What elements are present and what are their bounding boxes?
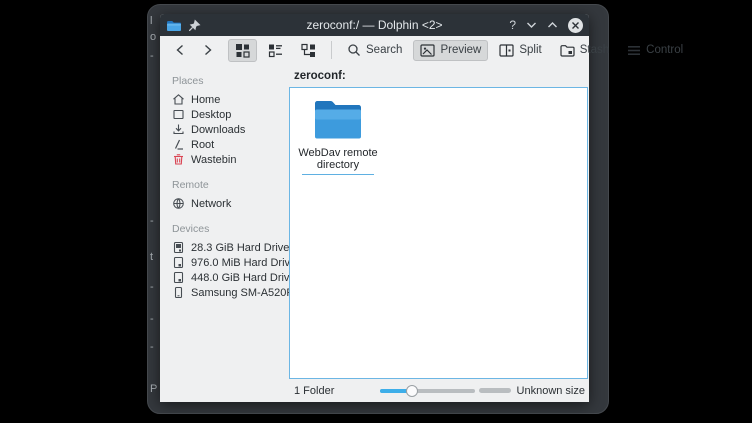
network-icon [172, 197, 185, 210]
selection-underline [302, 174, 374, 175]
background-text-fragment: - [150, 341, 154, 353]
control-label: Control [646, 44, 683, 56]
statusbar: 1 Folder Unknown size [289, 379, 589, 402]
split-icon [499, 44, 514, 57]
file-item-webdav[interactable]: WebDav remote directory [295, 97, 381, 175]
folder-icon [314, 97, 362, 142]
sidebar-item-label: Network [191, 198, 231, 210]
desktop-icon [172, 108, 185, 121]
zoom-slider-handle[interactable] [406, 385, 418, 397]
trash-icon [172, 153, 185, 166]
background-text-fragment: - [150, 281, 154, 293]
back-button[interactable] [168, 40, 192, 60]
sidebar-item-label: 448.0 GiB Hard Drive [191, 272, 289, 284]
folder-view[interactable]: WebDav remote directory [289, 87, 588, 379]
sidebar-item-label: Root [191, 139, 214, 151]
sidebar-item-label: Home [191, 94, 220, 106]
sidebar-item-root[interactable]: Root [172, 137, 289, 152]
items-count-label: 1 Folder [294, 385, 334, 397]
close-button[interactable] [568, 18, 583, 33]
sidebar-item-phone[interactable]: Samsung SM-A520F [172, 285, 289, 300]
dolphin-window: zeroconf:/ — Dolphin <2> ? [160, 14, 589, 402]
dolphin-app-icon [166, 19, 182, 32]
background-text-fragment: - [150, 313, 154, 325]
preview-button[interactable]: Preview [413, 40, 488, 61]
background-text-fragment: - [150, 215, 154, 227]
zoom-slider[interactable] [380, 384, 475, 398]
background-text-fragment: l [150, 15, 152, 27]
sidebar-item-label: Downloads [191, 124, 245, 136]
sidebar-item-downloads[interactable]: Downloads [172, 122, 289, 137]
preview-label: Preview [440, 44, 481, 56]
sidebar-item-label: Samsung SM-A520F [191, 287, 289, 299]
close-icon [571, 21, 580, 30]
background-text-fragment: o [150, 31, 156, 43]
chevron-left-icon [175, 44, 185, 56]
download-icon [172, 123, 185, 136]
help-button[interactable]: ? [509, 18, 516, 32]
free-space-bar [479, 388, 511, 393]
hamburger-menu-icon [627, 45, 641, 56]
details-view-button[interactable] [261, 39, 290, 62]
sidebar-item-label: Wastebin [191, 154, 236, 166]
tree-view-icon [301, 43, 316, 58]
places-panel: Places Home Desktop [160, 64, 289, 402]
breadcrumb[interactable]: zeroconf: [289, 64, 589, 87]
chevron-right-icon [203, 44, 213, 56]
control-button[interactable]: Control [620, 40, 690, 60]
maximize-button[interactable] [547, 21, 558, 29]
sidebar-item-network[interactable]: Network [172, 196, 289, 211]
split-label: Split [519, 44, 541, 56]
icons-view-button[interactable] [228, 39, 257, 62]
titlebar[interactable]: zeroconf:/ — Dolphin <2> ? [160, 14, 589, 36]
main-toolbar: Search Preview Split Stash [160, 36, 589, 64]
pin-icon[interactable] [188, 19, 201, 32]
home-icon [172, 93, 185, 106]
stash-label: Stash [580, 44, 609, 56]
devices-section-header: Devices [172, 223, 289, 235]
background-text-fragment: P [150, 383, 157, 395]
preview-icon [420, 44, 435, 57]
sidebar-item-label: 976.0 MiB Hard Drive [191, 257, 289, 269]
sidebar-item-drive-3[interactable]: 448.0 GiB Hard Drive [172, 270, 289, 285]
hard-drive-icon [172, 256, 185, 269]
search-icon [347, 43, 361, 57]
search-button[interactable]: Search [340, 39, 409, 61]
size-label: Unknown size [517, 385, 585, 397]
icons-view-icon [235, 43, 250, 58]
sidebar-item-wastebin[interactable]: Wastebin [172, 152, 289, 167]
tree-view-button[interactable] [294, 39, 323, 62]
details-view-icon [268, 43, 283, 58]
hard-drive-icon [172, 241, 185, 254]
background-text-fragment: t [150, 251, 153, 263]
stash-icon [560, 44, 575, 57]
hard-drive-icon [172, 271, 185, 284]
split-button[interactable]: Split [492, 40, 548, 61]
toolbar-separator [331, 41, 332, 59]
root-icon [172, 138, 185, 151]
search-label: Search [366, 44, 402, 56]
sidebar-item-drive-2[interactable]: 976.0 MiB Hard Drive [172, 255, 289, 270]
breadcrumb-path[interactable]: zeroconf: [294, 70, 346, 82]
sidebar-item-drive-1[interactable]: 28.3 GiB Hard Drive [172, 240, 289, 255]
sidebar-item-label: 28.3 GiB Hard Drive [191, 242, 289, 254]
remote-section-header: Remote [172, 179, 289, 191]
file-item-label: WebDav remote directory [295, 148, 381, 171]
sidebar-item-desktop[interactable]: Desktop [172, 107, 289, 122]
phone-icon [172, 286, 185, 299]
places-section-header: Places [172, 75, 289, 87]
stash-button[interactable]: Stash [553, 40, 616, 61]
background-text-fragment: - [150, 50, 154, 62]
minimize-button[interactable] [526, 21, 537, 29]
sidebar-item-label: Desktop [191, 109, 231, 121]
forward-button[interactable] [196, 40, 220, 60]
sidebar-item-home[interactable]: Home [172, 92, 289, 107]
